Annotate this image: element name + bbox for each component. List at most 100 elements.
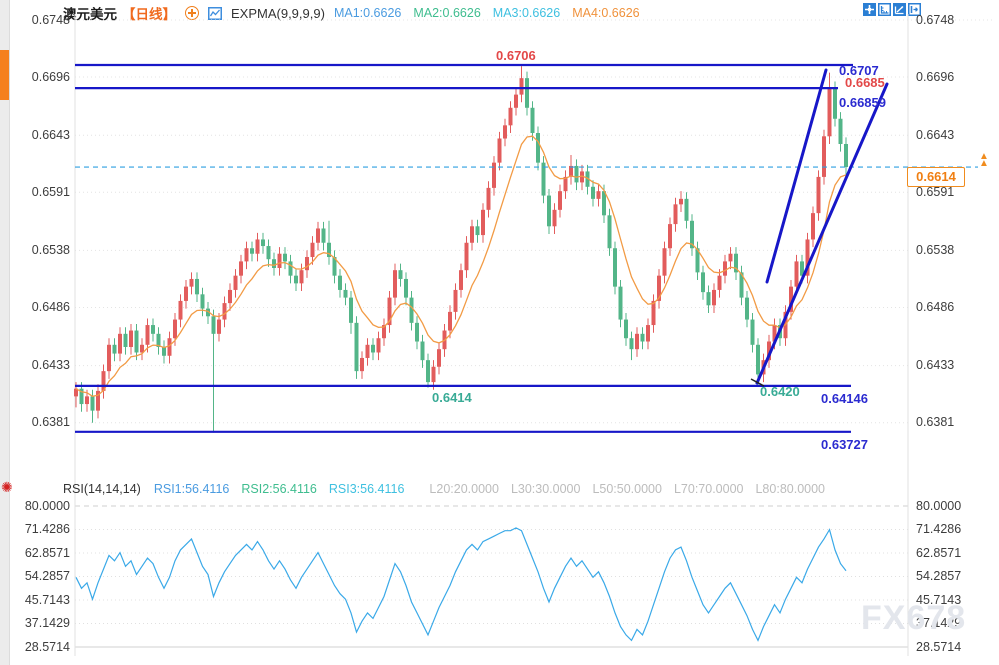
candle-body (245, 248, 249, 261)
price-tick-label: 0.6433 (10, 358, 70, 373)
candle-body (707, 292, 711, 305)
price-tick-label: 0.6486 (10, 300, 70, 315)
rsi-tick-label: 62.8571 (916, 546, 961, 561)
rsi-level-values: L20:20.0000L30:30.0000L50:50.0000L70:70.… (429, 482, 837, 496)
price-tick-label: 0.6538 (10, 243, 70, 258)
candle-body (349, 298, 353, 323)
candle-body (426, 360, 430, 382)
price-annotation: 0.6414 (432, 391, 472, 405)
price-annotation: 0.63727 (821, 438, 868, 452)
candle-body (712, 290, 716, 305)
price-annotation: 0.66859 (839, 96, 886, 110)
price-tick-label: 0.6696 (10, 70, 70, 85)
candle-body (146, 325, 150, 345)
rsi-series-value: RSI2:56.4116 (241, 482, 317, 496)
rsi-tick-label: 80.0000 (10, 499, 70, 514)
price-annotation: 0.6706 (496, 49, 536, 63)
price-tick-label: 0.6381 (10, 415, 70, 430)
trend-channel-line[interactable] (767, 70, 826, 282)
candle-body (223, 303, 227, 319)
candle-body (558, 191, 562, 210)
candle-body (701, 272, 705, 292)
candle-body (415, 323, 419, 342)
rsi-level-value: L80:80.0000 (755, 482, 825, 496)
candle-body (481, 210, 485, 235)
candle-body (514, 95, 518, 108)
price-tick-label: 0.6748 (916, 13, 954, 28)
candle-body (536, 133, 540, 163)
candle-body (239, 261, 243, 275)
candle-body (338, 276, 342, 290)
candle-body (492, 163, 496, 188)
candle-body (503, 125, 507, 138)
price-tick-label: 0.6538 (916, 243, 954, 258)
rsi-header: RSI(14,14,14) RSI1:56.4116RSI2:56.4116RS… (63, 482, 837, 496)
candle-body (234, 276, 238, 290)
candle-body (179, 301, 183, 320)
candle-body (168, 338, 172, 356)
candle-body (272, 259, 276, 268)
candle-body (228, 290, 232, 303)
rsi-tick-label: 71.4286 (10, 522, 70, 537)
candle-body (212, 316, 216, 334)
candle-body (421, 342, 425, 361)
candle-body (300, 270, 304, 283)
candle-body (410, 298, 414, 323)
candle-body (173, 320, 177, 339)
candle-body (674, 204, 678, 224)
candle-body (360, 358, 364, 371)
candle-body (833, 88, 837, 119)
candle-body (305, 257, 309, 270)
candle-body (366, 345, 370, 358)
candle-body (613, 248, 617, 286)
candle-body (828, 88, 832, 136)
candle-body (322, 228, 326, 242)
candle-body (316, 228, 320, 242)
candle-body (250, 248, 254, 253)
candle-body (811, 213, 815, 239)
rsi-tick-label: 54.2857 (10, 569, 70, 584)
candle-body (531, 108, 535, 133)
candle-body (261, 239, 265, 246)
rsi-title: RSI(14,14,14) (63, 482, 141, 496)
candle-body (608, 215, 612, 248)
candle-body (437, 349, 441, 367)
candle-body (267, 246, 271, 259)
candle-body (575, 166, 579, 182)
candle-body (283, 254, 287, 262)
candle-body (520, 78, 524, 94)
price-tick-label: 0.6643 (916, 128, 954, 143)
candle-body (393, 270, 397, 297)
rsi-series-values: RSI1:56.4116RSI2:56.4116RSI3:56.4116 (154, 482, 417, 496)
candle-body (795, 261, 799, 286)
candle-body (685, 199, 689, 221)
candle-body (509, 108, 513, 126)
candle-body (718, 276, 722, 290)
trading-app-window: 澳元美元 【日线】 EXPMA(9,9,9,9) MA1:0.6626MA2:0… (0, 0, 999, 665)
candle-body (646, 325, 650, 341)
rsi-panel-icon[interactable]: ✺ (1, 480, 13, 494)
trend-channel-line[interactable] (757, 84, 887, 383)
price-tick-label: 0.6591 (10, 185, 70, 200)
rsi-tick-label: 28.5714 (10, 640, 70, 655)
price-tick-label: 0.6643 (10, 128, 70, 143)
candle-body (547, 196, 551, 227)
candle-body (635, 334, 639, 349)
candle-body (256, 239, 260, 253)
price-up-arrow-icon: ▲▲ (979, 153, 989, 167)
candle-body (663, 248, 667, 275)
rsi-tick-label: 71.4286 (916, 522, 961, 537)
candle-body (190, 279, 194, 287)
candle-body (597, 191, 601, 199)
price-annotation: 0.6420 (760, 385, 800, 399)
candle-body (377, 338, 381, 352)
price-tick-label: 0.6696 (916, 70, 954, 85)
candle-body (624, 320, 628, 339)
candle-body (756, 345, 760, 375)
candle-body (817, 177, 821, 213)
candle-body (371, 345, 375, 353)
candle-body (470, 226, 474, 242)
rsi-tick-label: 62.8571 (10, 546, 70, 561)
price-tick-label: 0.6381 (916, 415, 954, 430)
candle-body (151, 325, 155, 334)
